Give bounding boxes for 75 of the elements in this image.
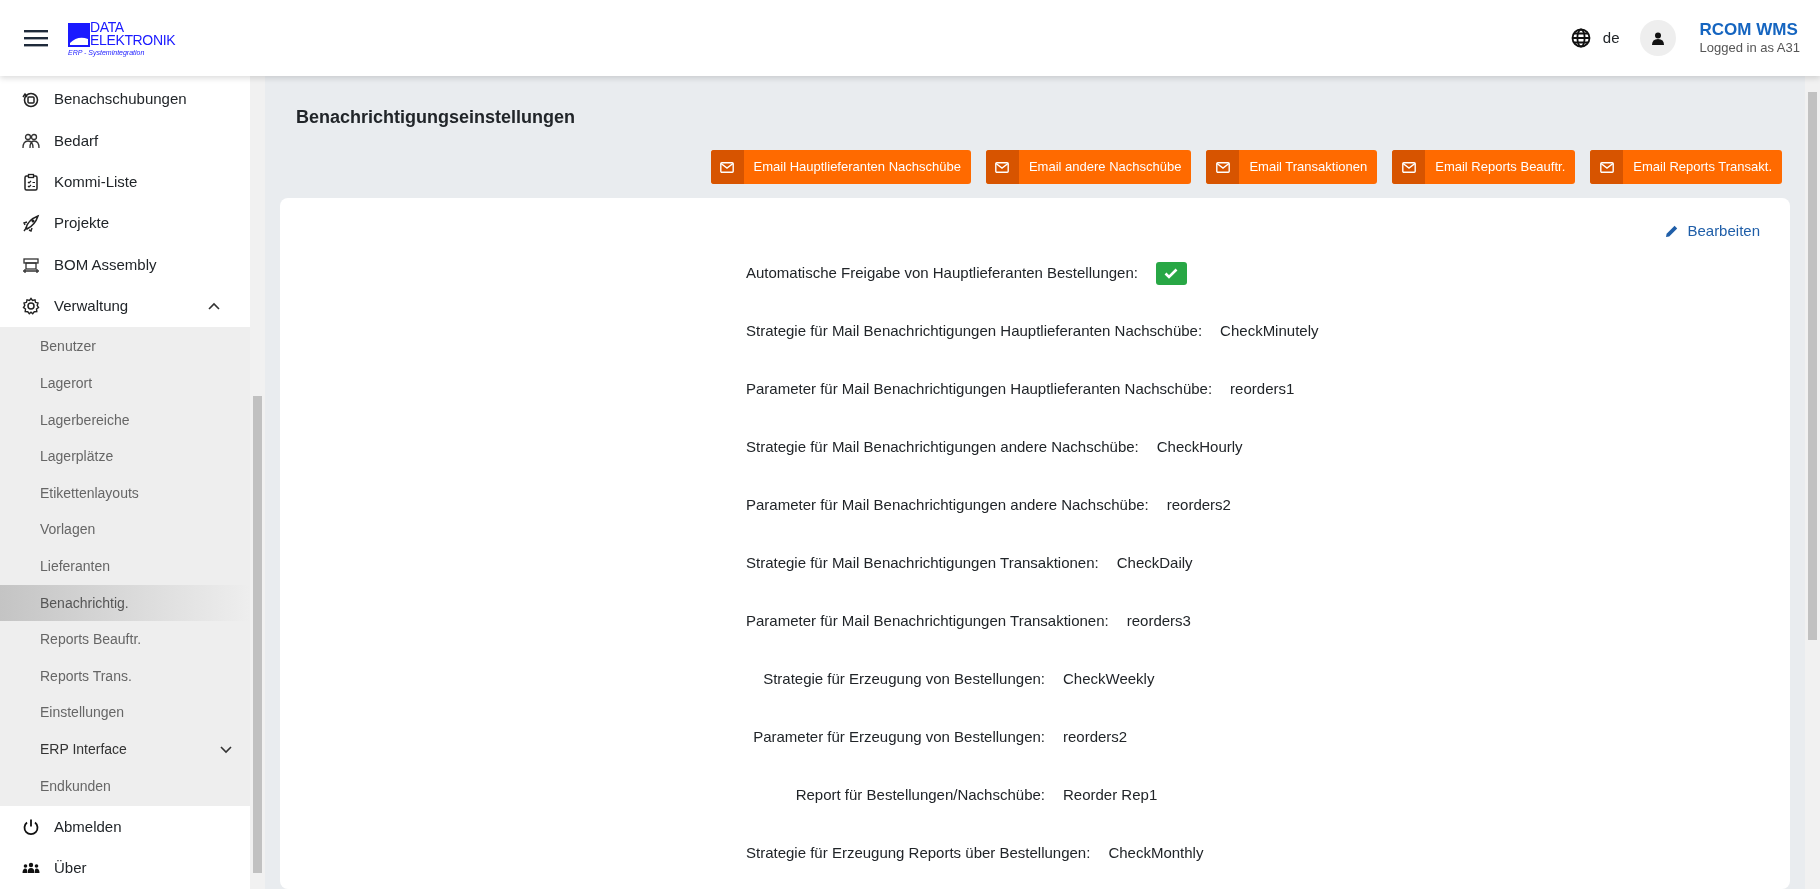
logo-text: DATA <box>90 20 125 34</box>
setting-label: Automatische Freigabe von Hauptlieferanten Bestellungen: <box>746 263 1138 284</box>
refresh-icon <box>22 90 40 109</box>
sidebar-item[interactable]: Über <box>0 847 250 889</box>
sidebar-subitem[interactable]: Etikettenlayouts <box>0 475 250 512</box>
setting-label: Strategie für Erzeugung von Bestellungen: <box>762 669 1045 690</box>
rocket-icon <box>22 214 40 233</box>
sidebar-subitem[interactable]: Lieferanten <box>0 548 250 585</box>
email-button[interactable]: Email Reports Beauftr. <box>1392 150 1576 184</box>
email-button[interactable]: Email andere Nachschübe <box>985 150 1192 184</box>
setting-value: reorders2 <box>1063 727 1128 748</box>
globe-icon[interactable] <box>1570 28 1591 48</box>
sidebar-subitem[interactable]: Reports Beauftr. <box>0 621 250 659</box>
setting-value: Reorder Rep1 <box>1063 785 1158 806</box>
logo-icon <box>68 22 90 47</box>
email-button[interactable]: Email Transaktionen <box>1206 150 1378 184</box>
setting-label: Strategie für Mail Benachrichtigungen andere Nachschübe: <box>746 437 1139 458</box>
envelope-icon <box>1215 161 1230 173</box>
email-button[interactable]: Email Hauptlieferanten Nachschübe <box>710 150 971 184</box>
setting-value: CheckDaily <box>1116 553 1193 574</box>
chevron-up-icon <box>208 302 220 311</box>
sidebar-item[interactable]: BOM Assembly <box>0 244 250 286</box>
assembly-icon <box>22 255 40 274</box>
setting-label: Parameter für Mail Benachrichtigungen Transaktionen: <box>746 611 1109 632</box>
user-avatar-button[interactable] <box>1639 20 1676 56</box>
sidebar-subitem[interactable]: Einstellungen <box>0 694 250 732</box>
email-button[interactable]: Email Reports Transakt. <box>1590 150 1782 184</box>
envelope-icon <box>995 161 1010 173</box>
app-name: RCOM WMS <box>1699 20 1799 40</box>
sidebar-subitem[interactable]: Reports Trans. <box>0 658 250 695</box>
setting-value: CheckMinutely <box>1220 321 1319 342</box>
people-icon <box>22 131 40 150</box>
sidebar-subitem[interactable]: Vorlagen <box>0 511 250 549</box>
setting-label: Strategie für Mail Benachrichtigungen Transaktionen: <box>746 553 1099 574</box>
sidebar-subitem[interactable]: Lagerbereiche <box>0 401 250 439</box>
sidebar-subitem[interactable]: Lagerort <box>0 365 250 402</box>
chevron-down-icon <box>220 745 232 754</box>
language-label[interactable]: de <box>1602 26 1620 50</box>
setting-label: Report für Bestellungen/Nachschübe: <box>794 785 1045 806</box>
sidebar-item[interactable]: Bedarf <box>0 120 250 162</box>
setting-value: CheckMonthly <box>1108 843 1204 864</box>
setting-value: CheckHourly <box>1156 437 1243 458</box>
power-icon <box>22 818 40 837</box>
envelope-icon <box>1599 161 1614 173</box>
sidebar-item[interactable]: Abmelden <box>0 806 250 848</box>
sidebar-subitem[interactable]: Endkunden <box>0 767 250 805</box>
sidebar-subitem[interactable]: Benutzer <box>0 328 250 366</box>
setting-value: reorders1 <box>1230 379 1295 400</box>
sidebar-item[interactable]: Kommi-Liste <box>0 161 250 203</box>
envelope-icon <box>720 161 735 173</box>
setting-value: reorders3 <box>1126 611 1191 632</box>
logo-text: ELEKTRONIK <box>90 33 176 47</box>
clipboard-icon <box>22 173 40 192</box>
setting-label: Parameter für Erzeugung von Bestellungen: <box>752 727 1045 748</box>
setting-label: Parameter für Mail Benachrichtigungen andere Nachschübe: <box>746 495 1149 516</box>
sidebar-subitem[interactable]: Lagerplätze <box>0 438 250 476</box>
user-status: Logged in as A31 <box>1699 40 1800 56</box>
setting-label: Parameter für Mail Benachrichtigungen Hauptlieferanten Nachschübe: <box>746 379 1213 400</box>
edit-link[interactable]: Bearbeiten <box>1665 220 1760 243</box>
setting-value: reorders2 <box>1166 495 1231 516</box>
gear-icon <box>22 297 40 316</box>
person-icon <box>1651 31 1664 45</box>
envelope-icon <box>1401 161 1416 173</box>
sidebar-item[interactable]: Verwaltung <box>0 285 250 327</box>
setting-label: Strategie für Mail Benachrichtigungen Hauptlieferanten Nachschübe: <box>746 321 1203 342</box>
sidebar-subitem[interactable]: ERP Interface <box>0 731 250 768</box>
sidebar-item[interactable]: Benachschubungen <box>0 79 250 121</box>
check-icon <box>1164 268 1179 279</box>
setting-label: Strategie für Erzeugung Reports über Bestellungen: <box>746 843 1091 864</box>
setting-value: CheckWeekly <box>1063 669 1155 690</box>
page-scrollbar[interactable] <box>1805 76 1820 889</box>
pencil-icon <box>1665 224 1680 239</box>
sidebar-item[interactable]: Projekte <box>0 202 250 245</box>
sidebar-scrollbar[interactable] <box>250 76 265 889</box>
page-title: Benachrichtigungseinstellungen <box>296 106 577 129</box>
